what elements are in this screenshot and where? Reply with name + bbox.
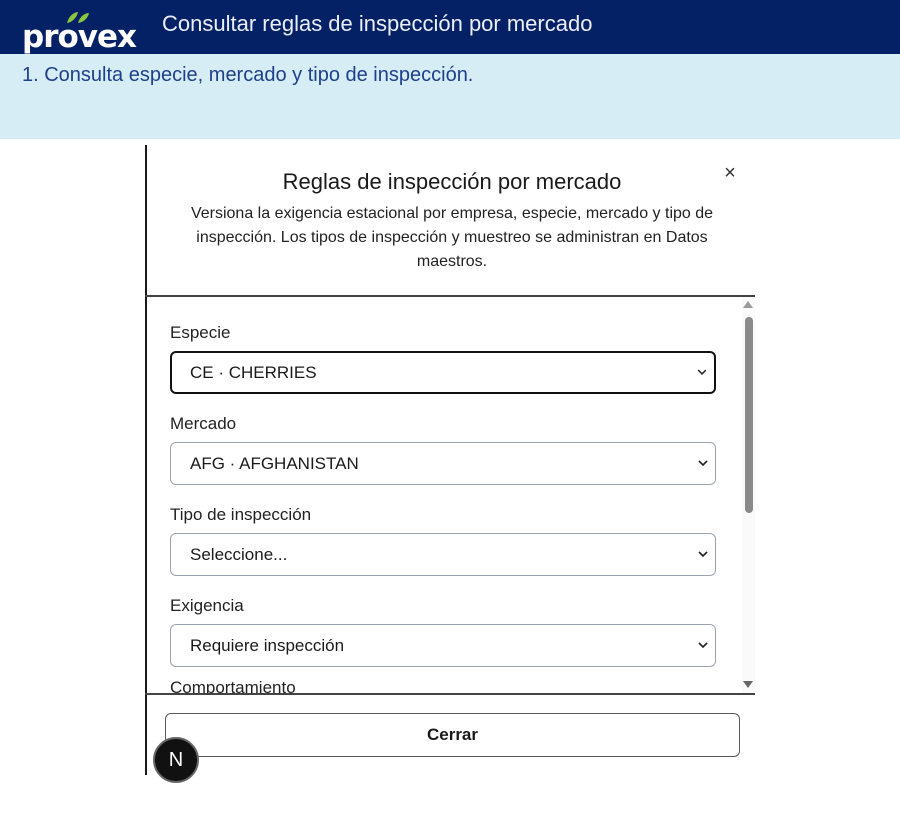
mercado-label: Mercado bbox=[170, 414, 237, 433]
tipo-inspeccion-field: Tipo de inspección Seleccione... bbox=[170, 505, 716, 576]
chevron-down-icon bbox=[698, 460, 708, 467]
scroll-thumb[interactable] bbox=[745, 317, 753, 513]
exigencia-label: Exigencia bbox=[170, 596, 244, 615]
tipo-inspeccion-value: Seleccione... bbox=[190, 545, 288, 564]
step-instruction: 1. Consulta especie, mercado y tipo de i… bbox=[22, 64, 474, 86]
mercado-select[interactable]: AFG · AFGHANISTAN bbox=[170, 442, 716, 485]
leaf-icon bbox=[67, 12, 89, 23]
chevron-down-icon bbox=[698, 551, 708, 558]
scroll-down-arrow-icon[interactable] bbox=[743, 681, 753, 688]
especie-label: Especie bbox=[170, 323, 231, 342]
especie-value: CE · CHERRIES bbox=[190, 363, 317, 382]
exigencia-field: Exigencia Requiere inspección bbox=[170, 596, 716, 667]
divider bbox=[145, 693, 755, 695]
provex-logo: provex bbox=[22, 12, 152, 55]
close-icon[interactable]: × bbox=[720, 163, 740, 183]
chevron-down-icon bbox=[697, 369, 707, 376]
dialog-description: Versiona la exigencia estacional por emp… bbox=[190, 205, 714, 270]
especie-select[interactable]: CE · CHERRIES bbox=[170, 351, 716, 394]
instruction-banner: 1. Consulta especie, mercado y tipo de i… bbox=[0, 54, 900, 139]
scrollbar[interactable] bbox=[742, 297, 755, 693]
page-title: Consultar reglas de inspección por merca… bbox=[162, 11, 593, 36]
chevron-down-icon bbox=[698, 642, 708, 649]
comportamiento-label: Comportamiento bbox=[170, 678, 296, 693]
especie-field: Especie CE · CHERRIES bbox=[170, 323, 716, 394]
exigencia-value: Requiere inspección bbox=[190, 636, 345, 655]
tipo-inspeccion-select[interactable]: Seleccione... bbox=[170, 533, 716, 576]
mercado-value: AFG · AFGHANISTAN bbox=[190, 454, 359, 473]
dialog-title: Reglas de inspección por mercado bbox=[282, 169, 622, 194]
dialog-body: Especie CE · CHERRIES Mercado AFG · AFGH… bbox=[145, 297, 755, 693]
inspection-rules-dialog: Reglas de inspección por mercado × Versi… bbox=[145, 145, 755, 775]
exigencia-select[interactable]: Requiere inspección bbox=[170, 624, 716, 667]
cerrar-button[interactable]: Cerrar bbox=[165, 713, 740, 757]
logo-text: provex bbox=[22, 19, 137, 55]
n-badge[interactable]: N bbox=[153, 737, 199, 783]
tipo-inspeccion-label: Tipo de inspección bbox=[170, 505, 312, 524]
mercado-field: Mercado AFG · AFGHANISTAN bbox=[170, 414, 716, 485]
top-bar: provex Consultar reglas de inspección po… bbox=[0, 0, 900, 54]
scroll-up-arrow-icon[interactable] bbox=[743, 301, 753, 308]
